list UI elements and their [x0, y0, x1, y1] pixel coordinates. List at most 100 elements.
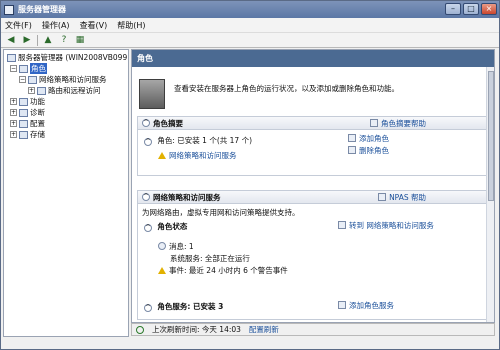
npas-icon — [28, 75, 37, 84]
role-services-header[interactable]: ^ 角色服务: 已安装 3 — [144, 301, 223, 312]
system-services-text: 系统服务: 全部正在运行 — [170, 254, 250, 263]
server-manager-window: 服务器管理器 – □ × 文件(F) 操作(A) 查看(V) 帮助(H) ◀ ▶… — [0, 0, 500, 350]
features-icon — [19, 97, 28, 106]
collapse-icon[interactable]: ^ — [142, 119, 150, 127]
tree-item-label: 存储 — [30, 130, 45, 139]
warning-icon — [158, 267, 166, 274]
help-link-label: 角色摘要帮助 — [381, 118, 426, 128]
status-bar: 上次刷新时间: 今天 14:03 配置刷新 — [131, 323, 495, 336]
menu-bar: 文件(F) 操作(A) 查看(V) 帮助(H) — [1, 18, 499, 33]
menu-help[interactable]: 帮助(H) — [117, 20, 145, 31]
roles-icon — [19, 64, 28, 73]
storage-icon — [19, 130, 28, 139]
diagnostics-icon — [19, 108, 28, 117]
tree-item-label: 配置 — [30, 119, 45, 128]
help-icon — [378, 192, 387, 201]
tree-item-features[interactable]: + 功能 — [10, 96, 45, 107]
roles-summary-section: ^ 角色摘要 角色摘要帮助 ^ 角色: 已安装 1 个(共 17 个) 网络策略… — [137, 116, 487, 176]
add-role-services-link[interactable]: 添加角色服务 — [338, 300, 394, 311]
goto-icon — [338, 221, 346, 229]
section-header[interactable]: ^ 网络策略和访问服务 NPAS 帮助 — [138, 191, 486, 204]
configure-refresh-link[interactable]: 配置刷新 — [249, 324, 279, 335]
roles-banner-icon — [139, 79, 165, 109]
tree-item-configuration[interactable]: + 配置 — [10, 118, 45, 129]
add-role-services-icon — [338, 301, 346, 309]
events-text: 事件: 最近 24 小时内 6 个警告事件 — [169, 266, 288, 275]
tree-item-diagnostics[interactable]: + 诊断 — [10, 107, 45, 118]
role-link-npas[interactable]: 网络策略和访问服务 — [158, 150, 237, 161]
content-pane: 角色 查看安装在服务器上角色的运行状况，以及添加或删除角色和功能。 ^ 角色摘要… — [131, 49, 495, 323]
expand-icon[interactable]: + — [10, 131, 17, 138]
tree-item-storage[interactable]: + 存储 — [10, 129, 45, 140]
menu-file[interactable]: 文件(F) — [5, 20, 32, 31]
tree-item-rras[interactable]: + 路由和远程访问 — [28, 85, 101, 96]
refresh-icon — [136, 325, 144, 334]
warning-icon — [158, 152, 166, 159]
menu-view[interactable]: 查看(V) — [80, 20, 108, 31]
role-services-title: 角色服务: 已安装 3 — [157, 302, 224, 311]
collapse-icon[interactable]: ^ — [144, 138, 152, 146]
roles-summary-help-link[interactable]: 角色摘要帮助 — [370, 118, 426, 129]
close-button[interactable]: × — [481, 3, 497, 15]
collapse-icon[interactable]: − — [19, 76, 26, 83]
tree-item-npas[interactable]: − 网络策略和访问服务 — [19, 74, 107, 85]
section-title: 网络策略和访问服务 — [153, 192, 221, 202]
add-roles-link[interactable]: 添加角色 — [348, 133, 389, 144]
collapse-icon[interactable]: ^ — [142, 193, 150, 201]
help-link-label: NPAS 帮助 — [389, 192, 426, 202]
collapse-icon[interactable]: ^ — [144, 224, 152, 232]
roles-count-row: ^ 角色: 已安装 1 个(共 17 个) — [144, 135, 252, 146]
add-roles-icon — [348, 134, 356, 142]
goto-npas-link[interactable]: 转到 网络策略和访问服务 — [338, 220, 434, 231]
help-icon[interactable]: ? — [58, 35, 70, 46]
collapse-icon[interactable]: − — [10, 65, 17, 72]
role-status-title: 角色状态 — [157, 222, 188, 231]
messages-text: 消息: 1 — [169, 242, 194, 251]
collapse-icon[interactable]: ^ — [144, 304, 152, 312]
expand-icon[interactable]: + — [10, 120, 17, 127]
title-bar: 服务器管理器 – □ × — [1, 1, 499, 18]
remove-roles-link[interactable]: 删除角色 — [348, 145, 389, 156]
role-status-header[interactable]: ^ 角色状态 — [144, 221, 187, 232]
roles-count-text: 角色: 已安装 1 个(共 17 个) — [157, 136, 253, 145]
expand-icon[interactable]: + — [10, 109, 17, 116]
goto-link-label: 转到 网络策略和访问服务 — [349, 221, 434, 230]
console-tree-icon[interactable]: ▦ — [74, 35, 86, 46]
menu-action[interactable]: 操作(A) — [42, 20, 70, 31]
toolbar-separator — [37, 34, 38, 46]
add-roles-label: 添加角色 — [359, 134, 389, 143]
expand-icon[interactable]: + — [28, 87, 35, 94]
remove-roles-label: 删除角色 — [359, 146, 389, 155]
tree-item-roles[interactable]: − 角色 — [10, 63, 47, 74]
up-level-icon[interactable]: ▲ — [42, 35, 54, 46]
events-row: 事件: 最近 24 小时内 6 个警告事件 — [158, 265, 288, 276]
expand-icon[interactable]: + — [10, 98, 17, 105]
forward-icon[interactable]: ▶ — [21, 35, 33, 46]
toolbar: ◀ ▶ ▲ ? ▦ — [1, 33, 499, 48]
npas-description: 为网络路由，虚拟专用网和访问策略提供支持。 — [142, 208, 300, 217]
remove-roles-icon — [348, 146, 356, 154]
tree-item-label: 网络策略和访问服务 — [39, 75, 107, 84]
npas-section: ^ 网络策略和访问服务 NPAS 帮助 为网络路由，虚拟专用网和访问策略提供支持… — [137, 190, 487, 320]
info-icon — [158, 242, 166, 250]
minimize-button[interactable]: – — [445, 3, 461, 15]
npas-help-link[interactable]: NPAS 帮助 — [378, 192, 426, 203]
scrollbar-thumb[interactable] — [488, 71, 494, 201]
intro-panel: 查看安装在服务器上角色的运行状况，以及添加或删除角色和功能。 — [132, 67, 494, 122]
maximize-button[interactable]: □ — [463, 3, 479, 15]
messages-row: 消息: 1 — [158, 241, 194, 252]
add-role-services-label: 添加角色服务 — [349, 301, 394, 310]
tree-root[interactable]: 服务器管理器 (WIN2008VB0991) — [7, 52, 129, 63]
app-icon — [4, 4, 14, 15]
server-icon — [7, 53, 16, 62]
configuration-icon — [19, 119, 28, 128]
console-tree: 服务器管理器 (WIN2008VB0991) − 角色 − 网络策略和访问服务 … — [3, 49, 129, 337]
section-header[interactable]: ^ 角色摘要 角色摘要帮助 — [138, 117, 486, 130]
intro-text: 查看安装在服务器上角色的运行状况，以及添加或删除角色和功能。 — [174, 84, 399, 93]
vertical-scrollbar[interactable] — [486, 67, 494, 322]
page-title: 角色 — [132, 50, 494, 67]
tree-item-label: 功能 — [30, 97, 45, 106]
tree-root-label: 服务器管理器 (WIN2008VB0991) — [18, 53, 129, 62]
role-link-label: 网络策略和访问服务 — [169, 151, 237, 160]
back-icon[interactable]: ◀ — [5, 35, 17, 46]
